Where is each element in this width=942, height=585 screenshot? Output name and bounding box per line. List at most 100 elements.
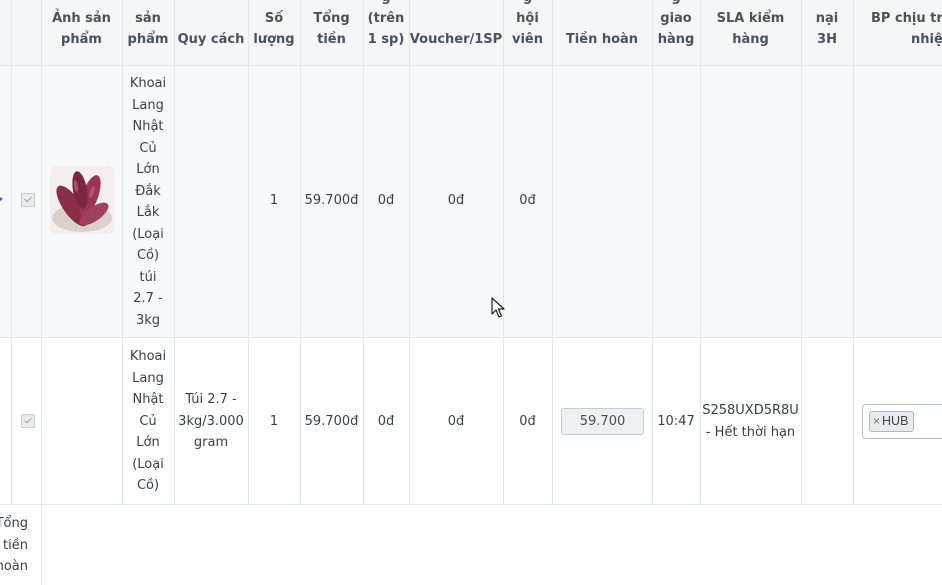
header-label: Quy cách bbox=[174, 29, 248, 50]
header-label: g (trên 1 sp) bbox=[363, 0, 409, 50]
text-line: Lang bbox=[132, 370, 164, 386]
header-line: hàng bbox=[657, 32, 695, 47]
sla-status: S258UXD5R8U - Hết thời hạn bbox=[700, 400, 801, 443]
header-product-name[interactable]: sản phẩm bbox=[122, 0, 174, 65]
quantity: 1 bbox=[269, 193, 279, 208]
responsible-tag: × HUB bbox=[869, 411, 915, 432]
column-divider bbox=[11, 0, 12, 504]
header-line: Ảnh sản bbox=[52, 11, 111, 26]
text-line: gram bbox=[193, 435, 229, 450]
header-sla[interactable]: SLA kiểm hàng bbox=[700, 0, 801, 65]
text-line: Cồ) bbox=[136, 248, 160, 263]
text-line: hoàn bbox=[0, 559, 28, 574]
header-label: Ảnh sản phẩm bbox=[41, 8, 122, 50]
column-divider bbox=[853, 0, 854, 504]
text-line: (Loại bbox=[132, 456, 164, 472]
text-line: Cồ) bbox=[136, 478, 160, 493]
header-label: g hội viên bbox=[503, 0, 552, 50]
row-checkbox[interactable] bbox=[21, 193, 35, 207]
header-line: hàng bbox=[732, 32, 769, 47]
text-line: Tổng bbox=[0, 516, 28, 531]
text-line: (Loại bbox=[132, 226, 164, 242]
text-line: Khoai bbox=[129, 349, 167, 364]
text-line: - Hết thời hạn bbox=[705, 424, 796, 440]
header-line: g bbox=[652, 0, 700, 8]
text-line: Củ bbox=[139, 413, 157, 429]
sweet-potato-photo bbox=[50, 166, 114, 234]
header-label: g giao hàng bbox=[652, 0, 700, 50]
header-spec[interactable]: Quy cách bbox=[174, 0, 248, 65]
text-line: 3kg/3.000 bbox=[178, 413, 244, 429]
row-divider bbox=[0, 504, 942, 505]
text-line: Nhật bbox=[132, 119, 164, 134]
header-line: nhiệm bbox=[911, 32, 942, 47]
header-responsible[interactable]: BP chịu trác nhiệm bbox=[853, 0, 942, 65]
product-name: Khoai Lang Nhật Củ Lớn (Loại Cồ) bbox=[122, 346, 174, 497]
header-line: Tổng bbox=[313, 11, 350, 26]
header-line: (trên bbox=[367, 11, 405, 26]
voucher-amount: 0đ bbox=[447, 414, 465, 429]
discount-amount: 0đ bbox=[377, 414, 395, 429]
header-label: Voucher/1SP bbox=[409, 29, 503, 50]
text-line: S258UXD5R8U bbox=[702, 403, 799, 418]
column-divider bbox=[552, 0, 553, 504]
header-line: Tiền hoàn bbox=[565, 32, 639, 47]
header-label: Tiền hoàn bbox=[552, 29, 652, 50]
header-line: Quy cách bbox=[177, 32, 245, 47]
text-line: Lớn bbox=[136, 435, 160, 450]
header-line: viên bbox=[511, 32, 543, 47]
refund-amount-input[interactable]: 59.700 bbox=[561, 408, 644, 435]
tag-remove-button[interactable]: × bbox=[873, 414, 880, 428]
header-voucher[interactable]: Voucher/1SP bbox=[409, 0, 503, 65]
text-line: Lắk bbox=[136, 205, 160, 220]
header-line: lượng bbox=[253, 32, 295, 47]
header-line: g bbox=[503, 0, 552, 8]
responsible-select[interactable]: × HUB bbox=[862, 404, 942, 439]
text-line: 2.7 - bbox=[133, 291, 163, 306]
total-amount: 59.700đ bbox=[304, 193, 359, 208]
tag-label: HUB bbox=[882, 414, 909, 428]
header-label: BP chịu trác nhiệm bbox=[871, 8, 942, 50]
total-refund-label: Tổng tiền hoàn bbox=[0, 513, 28, 578]
header-line: hội bbox=[516, 11, 539, 26]
row-checkbox[interactable] bbox=[21, 414, 35, 428]
text-line: túi bbox=[139, 269, 157, 285]
product-image bbox=[50, 166, 114, 234]
header-label: sản phẩm bbox=[122, 8, 174, 50]
member-amount: 0đ bbox=[519, 193, 536, 208]
text-line: Lang bbox=[132, 97, 164, 113]
header-product-image[interactable]: Ảnh sản phẩm bbox=[41, 0, 122, 65]
mouse-cursor-icon bbox=[491, 297, 505, 318]
header-line: 3H bbox=[817, 32, 837, 47]
product-name: Khoai Lang Nhật Củ Lớn Đắk Lắk (Loại Cồ) túi 2.7 -… bbox=[122, 73, 174, 331]
header-line: 1 sp) bbox=[367, 32, 405, 47]
voucher-amount: 0đ bbox=[447, 193, 465, 208]
header-line: SLA kiểm bbox=[716, 11, 785, 26]
header-line: tiền bbox=[317, 32, 346, 47]
header-member[interactable]: g hội viên bbox=[503, 0, 552, 65]
header-line: nại bbox=[815, 11, 839, 26]
text-line: Củ bbox=[139, 140, 157, 156]
header-complaint[interactable]: nại 3H bbox=[801, 0, 853, 65]
header-label: Tổng tiền bbox=[300, 8, 363, 50]
text-line: Đắk bbox=[135, 183, 161, 199]
header-refund[interactable]: Tiền hoàn bbox=[552, 0, 652, 65]
header-label: Số lượng bbox=[248, 8, 300, 50]
header-line: g bbox=[363, 0, 409, 8]
header-quantity[interactable]: Số lượng bbox=[248, 0, 300, 65]
header-line: Voucher/1SP bbox=[409, 32, 503, 47]
header-total[interactable]: Tổng tiền bbox=[300, 0, 363, 65]
header-line: Số bbox=[264, 11, 284, 26]
text-line: tiền bbox=[3, 537, 28, 553]
header-line: phẩm bbox=[61, 32, 102, 47]
header-discount[interactable]: g (trên 1 sp) bbox=[363, 0, 409, 65]
text-line: Lớn bbox=[136, 162, 160, 177]
header-line: sản bbox=[135, 11, 161, 26]
expand-arrow-icon[interactable] bbox=[0, 197, 3, 201]
text-line: Nhật bbox=[132, 392, 164, 407]
header-line: BP chịu trác bbox=[871, 11, 942, 26]
total-amount: 59.700đ bbox=[304, 414, 359, 429]
header-delivery[interactable]: g giao hàng bbox=[652, 0, 700, 65]
header-label: SLA kiểm hàng bbox=[700, 8, 801, 50]
member-amount: 0đ bbox=[519, 414, 536, 429]
